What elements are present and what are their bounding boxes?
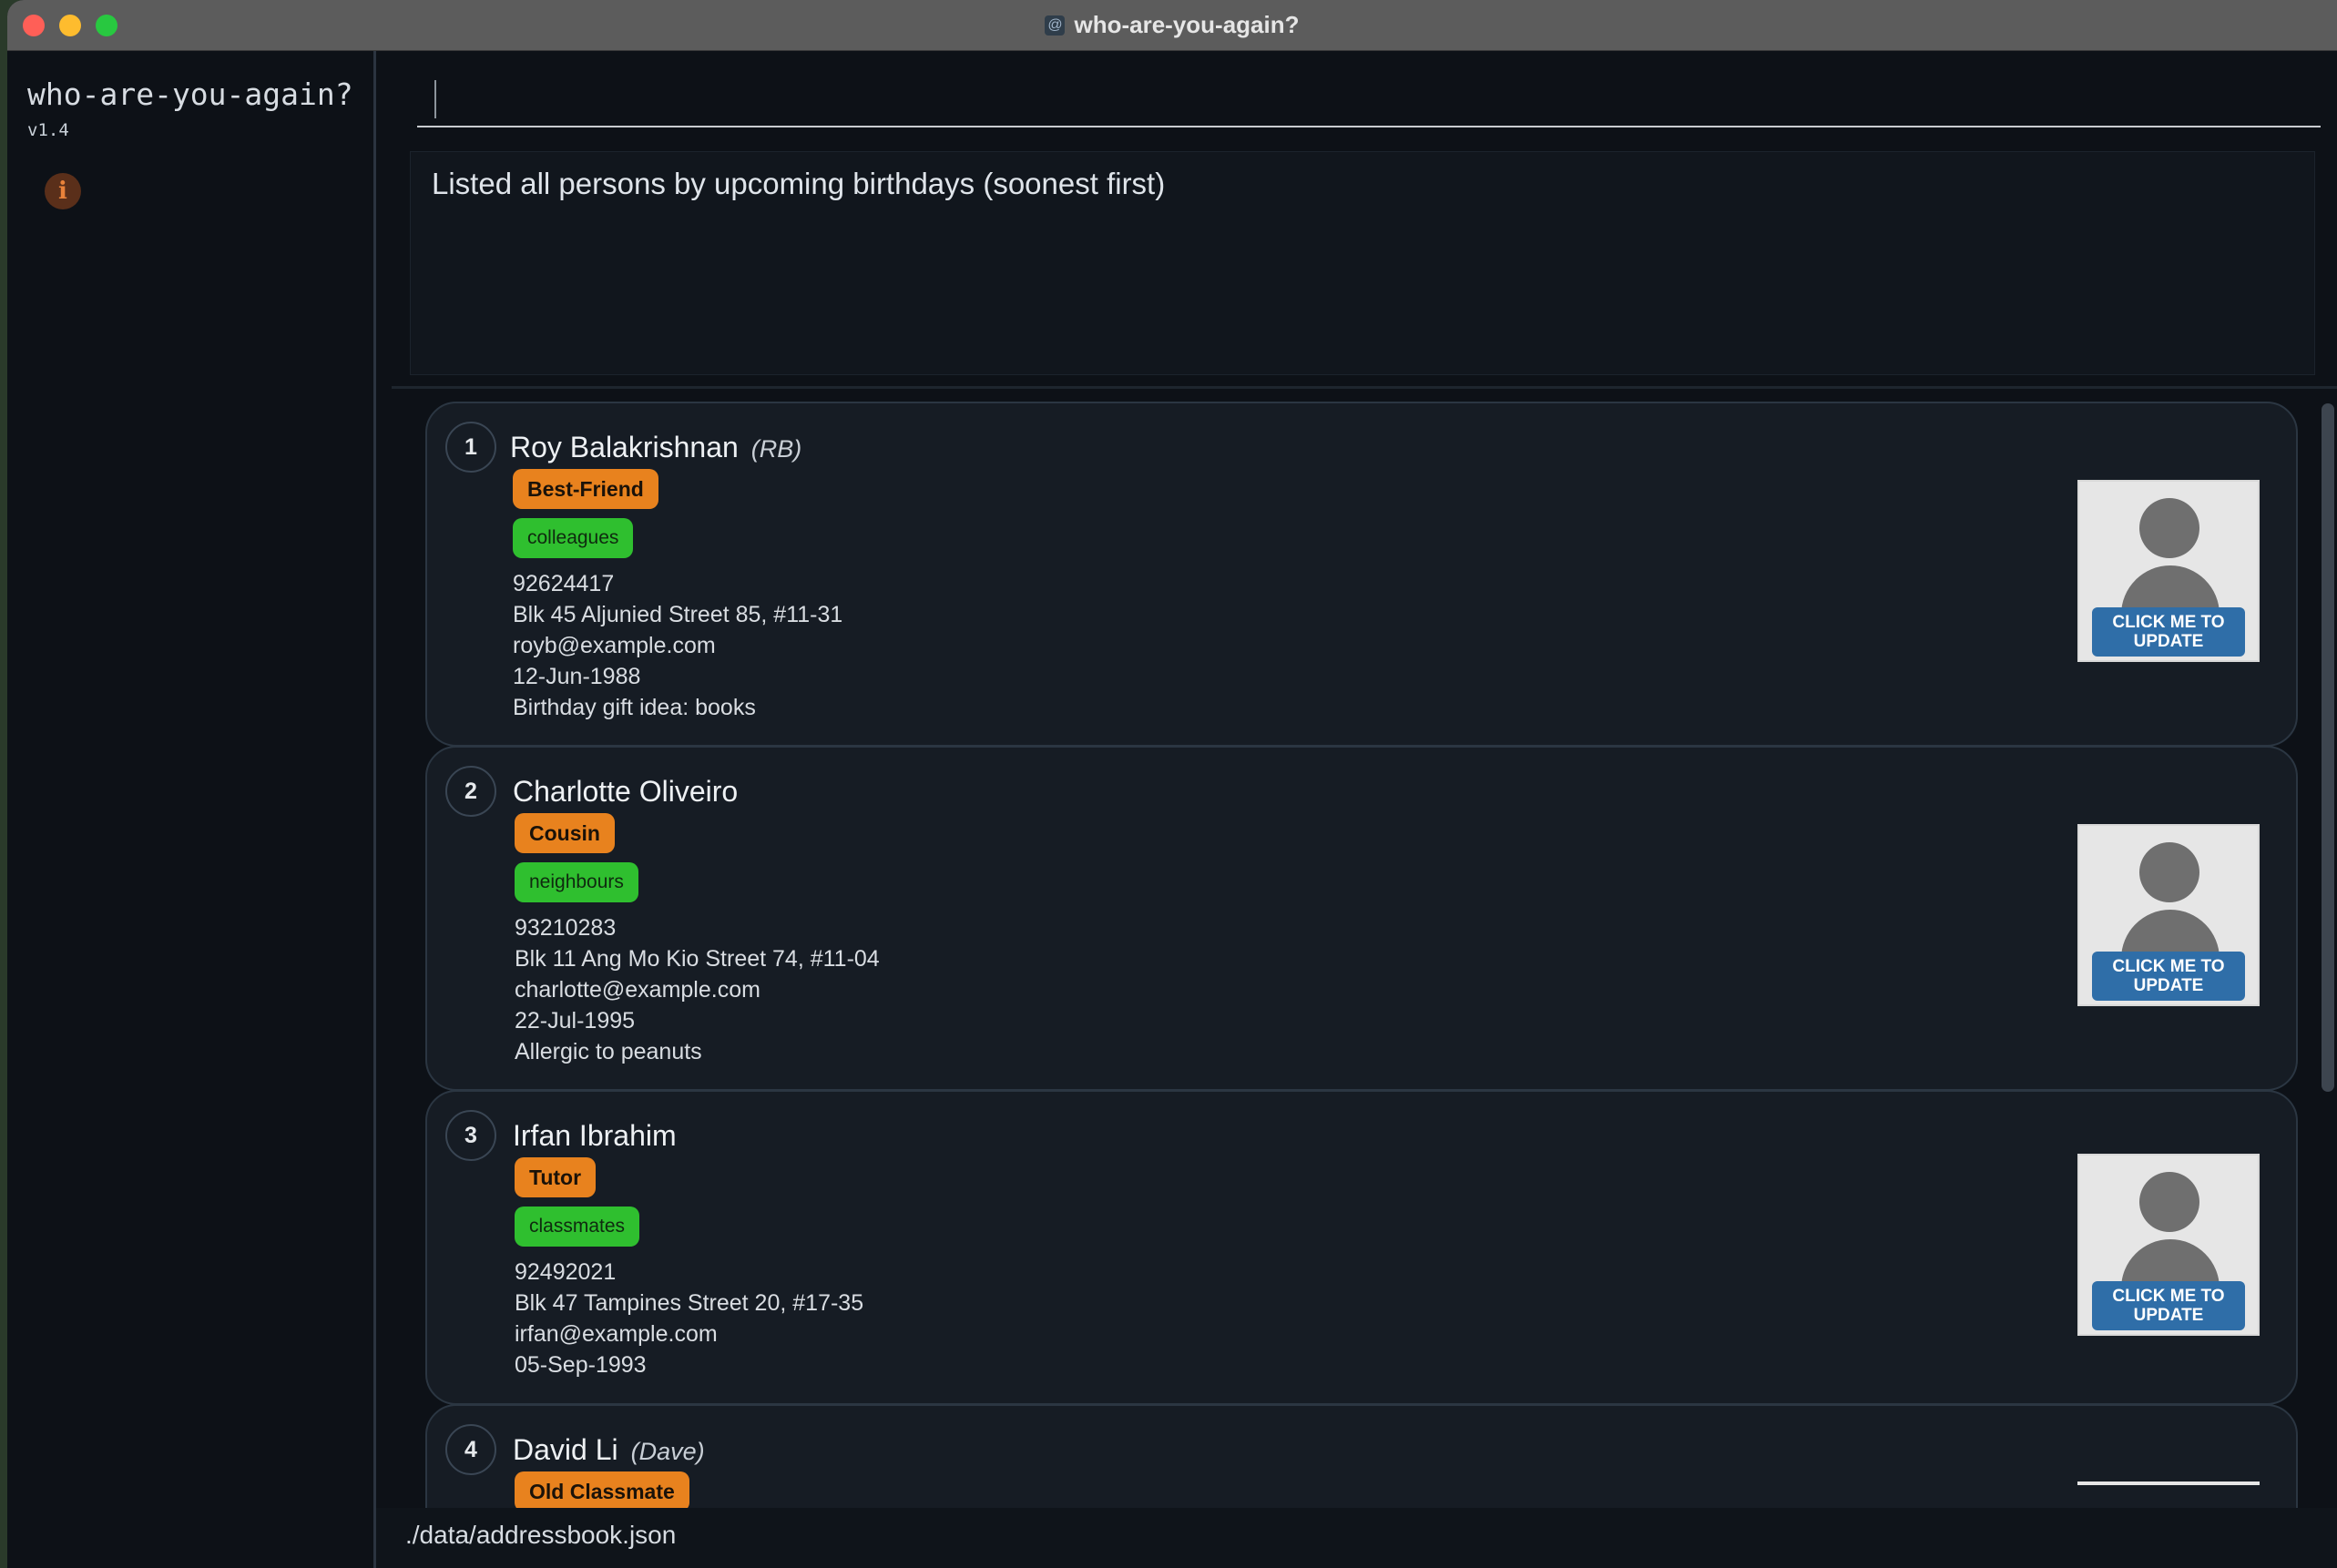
person-list[interactable]: 1 Roy Balakrishnan (RB) Best-Friend colle… — [392, 386, 2337, 1509]
main-panel: Listed all persons by upcoming birthdays… — [376, 51, 2337, 1568]
person-card[interactable]: 2 Charlotte Oliveiro Cousin neighbours 9… — [425, 746, 2298, 1091]
sidebar: who-are-you-again? v1.4 i — [7, 51, 376, 1568]
person-tag: neighbours — [515, 862, 638, 902]
window-title: who-are-you-again? — [1074, 11, 1300, 38]
person-remark: Allergic to peanuts — [515, 1039, 702, 1064]
app-window: @ who-are-you-again? who-are-you-again? … — [7, 0, 2337, 1568]
person-index: 2 — [445, 766, 496, 817]
person-email: charlotte@example.com — [515, 977, 760, 1003]
person-birthday: 12-Jun-1988 — [513, 664, 641, 689]
person-name: Charlotte Oliveiro — [513, 775, 739, 808]
person-index: 4 — [445, 1424, 496, 1475]
person-email: irfan@example.com — [515, 1321, 718, 1347]
person-name: David Li (Dave) — [513, 1433, 705, 1466]
result-display: Listed all persons by upcoming birthdays… — [410, 151, 2315, 375]
list-scrollbar[interactable] — [2322, 403, 2334, 1092]
update-photo-button[interactable]: CLICK ME TO UPDATE — [2092, 607, 2245, 657]
command-input[interactable] — [440, 75, 2311, 122]
app-version: v1.4 — [27, 120, 69, 140]
person-phone: 93210283 — [515, 915, 617, 941]
person-address: Blk 11 Ang Mo Kio Street 74, #11-04 — [515, 946, 880, 972]
text-caret — [434, 80, 436, 118]
avatar[interactable]: CLICK ME TO UPDATE — [2077, 480, 2260, 662]
person-tag: colleagues — [513, 518, 634, 558]
person-phone: 92624417 — [513, 571, 615, 596]
person-card[interactable]: 4 David Li (Dave) Old Classmate — [425, 1404, 2298, 1509]
person-birthday: 22-Jul-1995 — [515, 1008, 636, 1033]
relationship-tag: Old Classmate — [515, 1471, 689, 1509]
person-index: 3 — [445, 1110, 496, 1161]
relationship-tag: Best-Friend — [513, 469, 658, 509]
person-name: Irfan Ibrahim — [513, 1119, 677, 1152]
person-tag: classmates — [515, 1207, 640, 1247]
relationship-tag: Tutor — [515, 1157, 597, 1197]
data-file-path: ./data/addressbook.json — [405, 1521, 677, 1549]
person-silhouette-icon — [2139, 1172, 2199, 1232]
update-photo-button[interactable]: CLICK ME TO UPDATE — [2092, 952, 2245, 1001]
avatar-edge — [2077, 1481, 2260, 1485]
command-box[interactable] — [417, 69, 2321, 127]
person-nickname: (RB) — [750, 435, 802, 463]
person-birthday: 05-Sep-1993 — [515, 1352, 647, 1378]
app-name: who-are-you-again? — [27, 76, 353, 112]
avatar[interactable]: CLICK ME TO UPDATE — [2077, 824, 2260, 1006]
person-nickname: (Dave) — [630, 1438, 705, 1465]
person-silhouette-icon — [2139, 842, 2199, 902]
status-bar: ./data/addressbook.json — [376, 1508, 2337, 1568]
app-icon: @ — [1045, 15, 1066, 36]
title-bar: @ who-are-you-again? — [7, 0, 2337, 51]
result-message: Listed all persons by upcoming birthdays… — [432, 167, 1166, 200]
person-phone: 92492021 — [515, 1259, 617, 1285]
person-remark: Birthday gift idea: books — [513, 695, 756, 720]
update-photo-button[interactable]: CLICK ME TO UPDATE — [2092, 1281, 2245, 1330]
person-card[interactable]: 3 Irfan Ibrahim Tutor classmates 9249202… — [425, 1090, 2298, 1405]
person-address: Blk 47 Tampines Street 20, #17-35 — [515, 1290, 864, 1316]
person-email: royb@example.com — [513, 633, 716, 658]
relationship-tag: Cousin — [515, 813, 615, 853]
person-address: Blk 45 Aljunied Street 85, #11-31 — [513, 602, 843, 627]
person-silhouette-icon — [2139, 498, 2199, 558]
avatar[interactable]: CLICK ME TO UPDATE — [2077, 1154, 2260, 1336]
person-index: 1 — [445, 422, 496, 473]
info-icon[interactable]: i — [45, 173, 81, 209]
person-card[interactable]: 1 Roy Balakrishnan (RB) Best-Friend colle… — [425, 402, 2298, 747]
person-name: Roy Balakrishnan (RB) — [510, 431, 802, 463]
